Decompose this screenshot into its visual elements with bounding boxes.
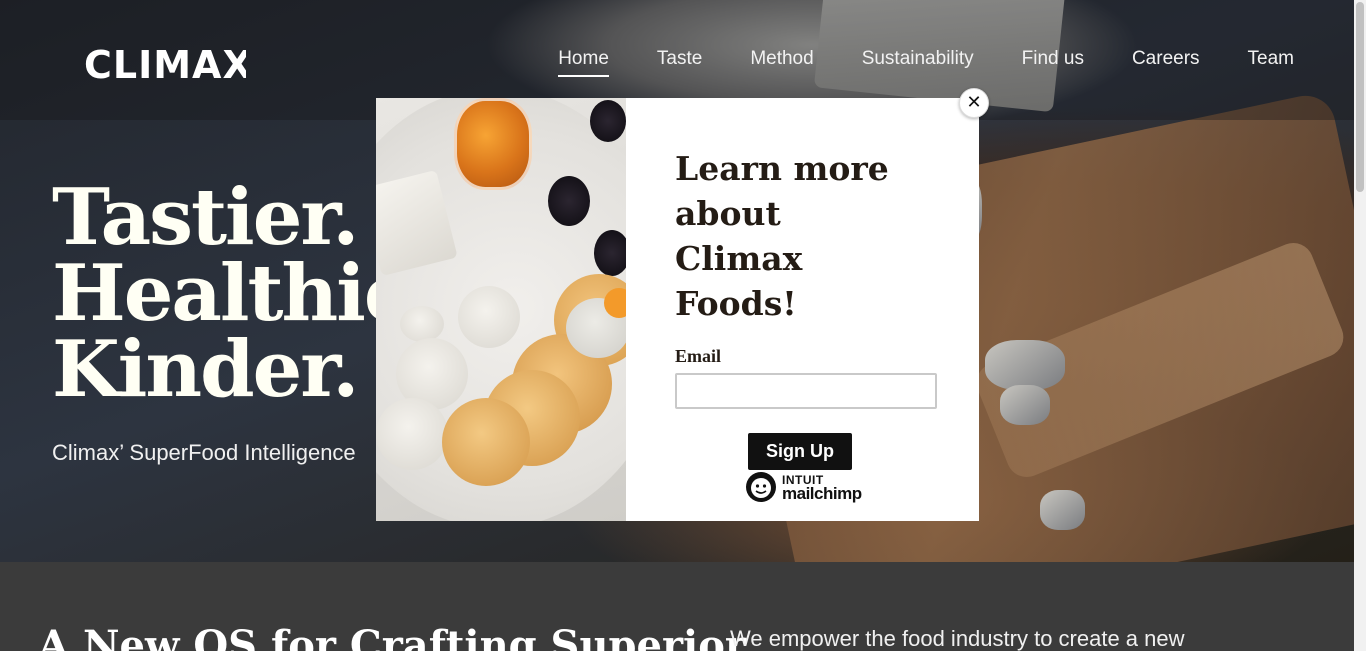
modal-title: Learn more about Climax Foods! [675,149,889,323]
climax-logo-icon: CLIMAX [84,43,246,82]
nav-find-us[interactable]: Find us [1022,48,1084,77]
section-title: A New OS for Crafting Superior [38,622,746,651]
main-nav: Home Taste Method Sustainability Find us… [558,48,1294,77]
cheese-crumb [985,340,1065,390]
hero-subtitle: Climax’ SuperFood Intelligence [52,440,356,465]
email-label: Email [675,346,722,366]
nav-home[interactable]: Home [558,48,609,77]
climax-logo[interactable]: CLIMAX [84,38,246,82]
nav-taste[interactable]: Taste [657,48,702,77]
close-icon[interactable]: ✕ [959,88,989,118]
email-input[interactable] [675,373,937,409]
honey-jar [454,98,532,190]
nav-method[interactable]: Method [750,48,813,77]
scrollbar-thumb[interactable] [1356,2,1364,192]
mailchimp-icon [746,472,776,502]
sign-up-button[interactable]: Sign Up [748,433,852,470]
nav-sustainability[interactable]: Sustainability [862,48,974,77]
logo-text: CLIMAX [84,43,246,82]
blackberry [590,100,626,142]
section-text: We empower the food industry to create a… [730,626,1185,651]
mailchimp-text: mailchimp [782,484,862,503]
cheese-round [458,286,520,348]
mailchimp-badge[interactable]: INTUIT mailchimp [744,470,862,504]
blackberry [548,176,590,226]
nav-team[interactable]: Team [1248,48,1294,77]
blackberry [594,230,626,276]
nav-careers[interactable]: Careers [1132,48,1200,77]
cheese-round [376,398,448,470]
cracker [442,398,530,486]
cheese-round [400,306,444,342]
orange-dollop [604,288,626,318]
modal-form: Learn more about Climax Foods! Email Sig… [626,98,979,521]
signup-modal: Learn more about Climax Foods! Email Sig… [376,98,979,521]
intro-section: A New OS for Crafting Superior We empowe… [0,562,1354,651]
mailchimp-wordmark: INTUIT mailchimp [782,474,862,503]
cheese-crumb [1040,490,1085,530]
cheese-platter-image [376,98,626,521]
cheese-crumb [1000,385,1050,425]
